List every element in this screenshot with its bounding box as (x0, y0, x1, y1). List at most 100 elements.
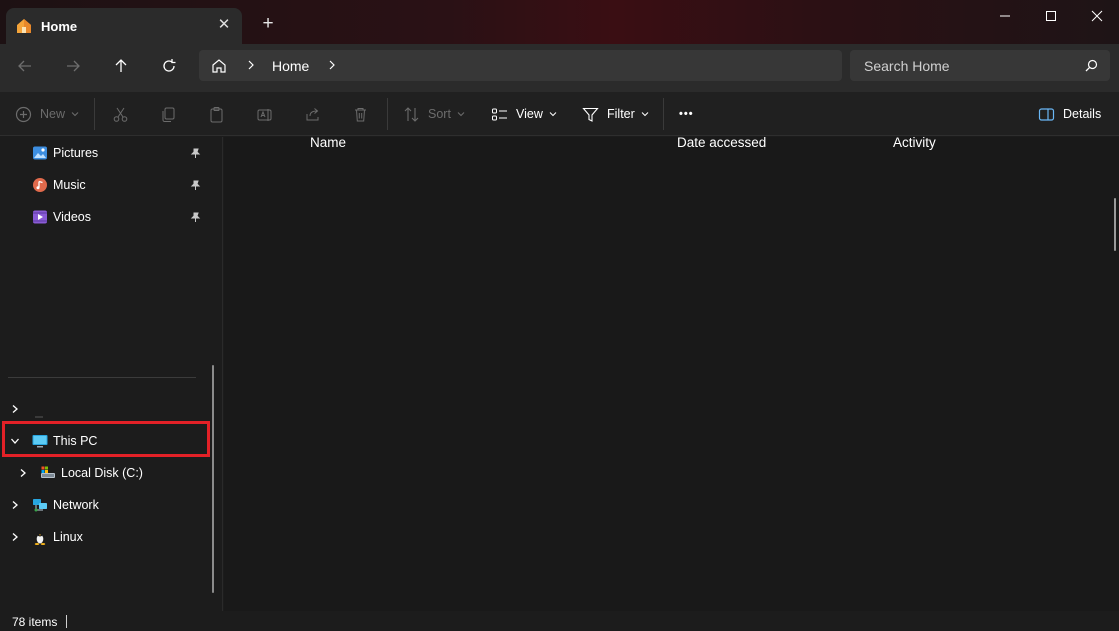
sidebar-item-videos[interactable]: Videos (32, 205, 91, 229)
more-icon: ••• (679, 108, 694, 120)
sidebar-item-label: Local Disk (C:) (61, 466, 143, 480)
sidebar-item-label: Pictures (53, 146, 99, 160)
partial-item-icon (35, 416, 43, 418)
paste-button[interactable] (208, 100, 225, 128)
chevron-down-icon (641, 112, 649, 117)
sidebar-item-label: Videos (53, 210, 91, 224)
address-row: Home (0, 44, 1119, 92)
chevron-down-icon (457, 112, 465, 117)
pin-icon[interactable] (190, 212, 201, 223)
divider (94, 98, 95, 130)
copy-icon (162, 107, 175, 122)
sidebar-item-label: Linux (53, 530, 83, 544)
pin-icon[interactable] (190, 180, 201, 191)
address-bar[interactable]: Home (199, 50, 842, 81)
clipboard-icon (210, 106, 223, 122)
search-box[interactable] (850, 50, 1110, 81)
title-bar: Home ✕ + (0, 0, 1119, 44)
rename-icon (257, 108, 272, 121)
divider (663, 98, 664, 130)
sort-button[interactable]: Sort (403, 100, 465, 128)
filter-button[interactable]: Filter (582, 100, 649, 128)
view-button[interactable]: View (491, 100, 557, 128)
chevron-right-icon[interactable] (18, 468, 28, 478)
back-button[interactable] (9, 52, 41, 80)
share-button[interactable] (304, 100, 321, 128)
column-header-name[interactable]: Name (310, 135, 346, 150)
sidebar-item-linux[interactable]: Linux (32, 525, 83, 549)
chevron-right-icon[interactable] (10, 500, 20, 510)
sidebar-item-label: Network (53, 498, 99, 512)
delete-button[interactable] (352, 100, 369, 128)
divider (66, 615, 67, 628)
status-bar (0, 611, 1119, 631)
chevron-right-icon[interactable] (10, 404, 20, 414)
arrow-right-icon (67, 60, 80, 72)
cut-button[interactable] (112, 100, 129, 128)
network-icon (33, 499, 47, 512)
close-icon (1091, 10, 1103, 22)
sidebar-divider (8, 377, 196, 378)
sidebar-item-music[interactable]: Music (32, 173, 86, 197)
drive-icon (41, 466, 55, 478)
scissors-icon (113, 107, 128, 122)
share-icon (306, 107, 319, 120)
divider (387, 98, 388, 130)
new-tab-button[interactable]: + (258, 14, 278, 34)
new-label: New (40, 107, 66, 121)
maximize-icon (1046, 11, 1056, 21)
home-icon (212, 59, 226, 73)
breadcrumb-home[interactable]: Home (272, 58, 309, 74)
column-header-activity[interactable]: Activity (893, 135, 936, 150)
chevron-down-icon (549, 112, 557, 117)
sort-label: Sort (428, 107, 451, 121)
content-scrollbar[interactable] (1114, 198, 1116, 251)
sidebar-scrollbar[interactable] (212, 365, 214, 593)
sidebar-item-network[interactable]: Network (32, 493, 99, 517)
rename-button[interactable] (256, 100, 273, 128)
more-options-button[interactable]: ••• (679, 100, 694, 128)
column-header-date-accessed[interactable]: Date accessed (677, 135, 766, 150)
tab-home[interactable]: Home ✕ (6, 8, 242, 44)
home-folder-icon (17, 19, 31, 33)
trash-icon (355, 107, 366, 121)
search-input[interactable] (850, 50, 1110, 81)
divider (222, 137, 223, 611)
refresh-button[interactable] (153, 52, 185, 80)
chevron-right-icon[interactable] (10, 532, 20, 542)
details-pane-icon (1038, 107, 1055, 121)
copy-button[interactable] (160, 100, 177, 128)
pictures-icon (33, 146, 47, 160)
view-label: View (516, 107, 543, 121)
forward-button[interactable] (57, 52, 89, 80)
plus-circle-icon (15, 106, 32, 122)
details-label: Details (1063, 107, 1102, 121)
highlight-box (2, 421, 210, 457)
new-button[interactable]: New (15, 100, 79, 128)
music-icon (33, 178, 47, 192)
sidebar-item-local-disk[interactable]: Local Disk (C:) (40, 461, 143, 485)
videos-icon (33, 210, 47, 224)
close-tab-button[interactable]: ✕ (216, 17, 232, 33)
maximize-button[interactable] (1028, 0, 1074, 32)
arrow-up-icon (115, 59, 127, 72)
filter-icon (582, 107, 599, 122)
item-count: 78 items (12, 615, 58, 629)
view-list-icon (492, 108, 507, 120)
details-button[interactable]: Details (1038, 100, 1101, 128)
up-button[interactable] (105, 52, 137, 80)
minimize-button[interactable] (982, 0, 1028, 32)
arrow-left-icon (18, 60, 31, 72)
chevron-right-icon[interactable] (245, 59, 257, 71)
penguin-icon (34, 530, 46, 545)
filter-label: Filter (607, 107, 635, 121)
chevron-right-icon[interactable] (326, 59, 338, 71)
pin-icon[interactable] (190, 148, 201, 159)
close-window-button[interactable] (1074, 0, 1119, 32)
sidebar-item-pictures[interactable]: Pictures (32, 141, 98, 165)
sort-icon (404, 106, 419, 122)
search-icon[interactable] (1085, 59, 1098, 72)
chevron-down-icon (71, 112, 79, 117)
minimize-icon (1000, 15, 1010, 17)
refresh-icon (163, 59, 176, 72)
